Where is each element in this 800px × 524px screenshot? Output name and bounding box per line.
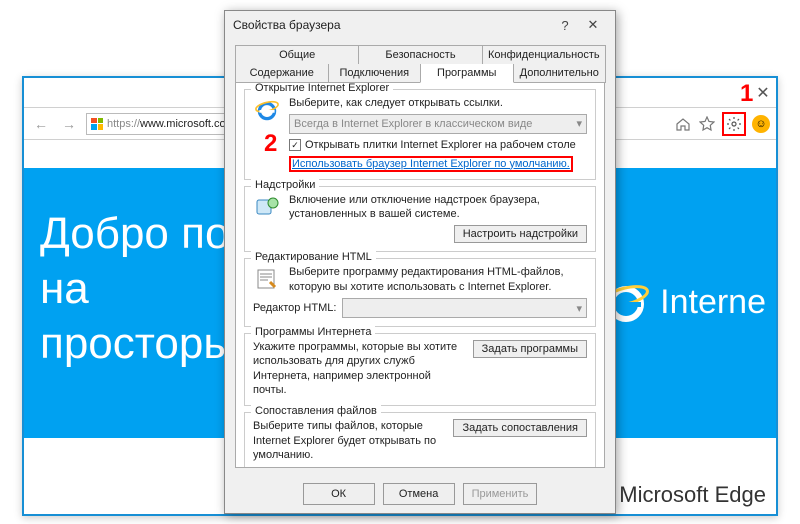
- tab-advanced[interactable]: Дополнительно: [513, 64, 607, 83]
- group-opening-ie: Открытие Internet Explorer Выберите, как…: [244, 89, 596, 180]
- apply-button[interactable]: Применить: [463, 483, 538, 505]
- tiles-checkbox[interactable]: ✓: [289, 139, 301, 151]
- group-title-programs: Программы Интернета: [251, 326, 375, 338]
- settings-button-highlight: [722, 112, 746, 136]
- annotation-1: 1: [740, 80, 753, 108]
- group-addons: Надстройки Включение или отключение надс…: [244, 186, 596, 253]
- group-title-addons: Надстройки: [251, 179, 319, 191]
- tab-connections[interactable]: Подключения: [328, 64, 422, 83]
- ok-button[interactable]: ОК: [303, 483, 375, 505]
- group-file-associations: Сопоставления файлов Выберите типы файло…: [244, 412, 596, 468]
- assoc-desc: Выберите типы файлов, которые Internet E…: [253, 419, 445, 462]
- group-internet-programs: Программы Интернета Укажите программы, к…: [244, 333, 596, 406]
- group-title-assoc: Сопоставления файлов: [251, 405, 381, 417]
- help-button[interactable]: ?: [551, 14, 579, 36]
- ie-brand-text: Interne: [660, 281, 766, 324]
- set-programs-button[interactable]: Задать программы: [473, 340, 587, 358]
- windows-logo-icon: [91, 118, 103, 130]
- open-desc: Выберите, как следует открывать ссылки.: [289, 96, 587, 110]
- set-default-browser-link[interactable]: Использовать браузер Internet Explorer п…: [289, 156, 573, 172]
- tab-general[interactable]: Общие: [235, 45, 359, 64]
- favorites-icon[interactable]: [698, 115, 716, 133]
- tiles-checkbox-label: Открывать плитки Internet Explorer на ра…: [305, 138, 576, 152]
- close-button[interactable]: ✕: [579, 14, 607, 36]
- dialog-title: Свойства браузера: [233, 18, 551, 32]
- dialog-body: Открытие Internet Explorer Выберите, как…: [235, 82, 605, 468]
- back-button[interactable]: ←: [30, 113, 52, 135]
- gear-icon[interactable]: [725, 115, 743, 133]
- group-title-html: Редактирование HTML: [251, 251, 376, 263]
- tab-privacy[interactable]: Конфиденциальность: [482, 45, 606, 64]
- group-title-opening: Открытие Internet Explorer: [251, 82, 393, 94]
- chevron-down-icon: ▾: [576, 117, 582, 131]
- ie-small-logo-icon: [253, 96, 281, 124]
- hero-ie-brand: Interne: [602, 278, 766, 326]
- dialog-titlebar: Свойства браузера ? ✕: [225, 11, 615, 39]
- html-editor-label: Редактор HTML:: [253, 302, 336, 314]
- addons-icon: [253, 193, 281, 221]
- html-editor-icon: [253, 265, 281, 293]
- tab-security[interactable]: Безопасность: [358, 45, 482, 64]
- programs-desc: Укажите программы, которые вы хотите исп…: [253, 340, 465, 397]
- group-html-editor: Редактирование HTML Выберите программу р…: [244, 258, 596, 327]
- dialog-footer: ОК Отмена Применить: [225, 475, 615, 513]
- set-associations-button[interactable]: Задать сопоставления: [453, 419, 587, 437]
- forward-button[interactable]: →: [58, 113, 80, 135]
- manage-addons-button[interactable]: Настроить надстройки: [454, 225, 587, 243]
- html-desc: Выберите программу редактирования HTML-ф…: [289, 265, 587, 294]
- addons-desc: Включение или отключение надстроек брауз…: [289, 193, 587, 222]
- open-mode-combo[interactable]: Всегда в Internet Explorer в классическо…: [289, 114, 587, 134]
- close-icon[interactable]: ✕: [754, 84, 772, 102]
- chevron-down-icon: ▾: [576, 302, 582, 315]
- home-icon[interactable]: [674, 115, 692, 133]
- tab-programs[interactable]: Программы: [420, 64, 514, 83]
- cancel-button[interactable]: Отмена: [383, 483, 455, 505]
- annotation-2: 2: [264, 130, 277, 158]
- internet-options-dialog: Свойства браузера ? ✕ Общие Безопасность…: [224, 10, 616, 514]
- html-editor-combo[interactable]: ▾: [342, 298, 587, 318]
- tab-content[interactable]: Содержание: [235, 64, 329, 83]
- feedback-smiley-icon[interactable]: ☺: [752, 115, 770, 133]
- dialog-tabs: Общие Безопасность Конфиденциальность Со…: [225, 39, 615, 83]
